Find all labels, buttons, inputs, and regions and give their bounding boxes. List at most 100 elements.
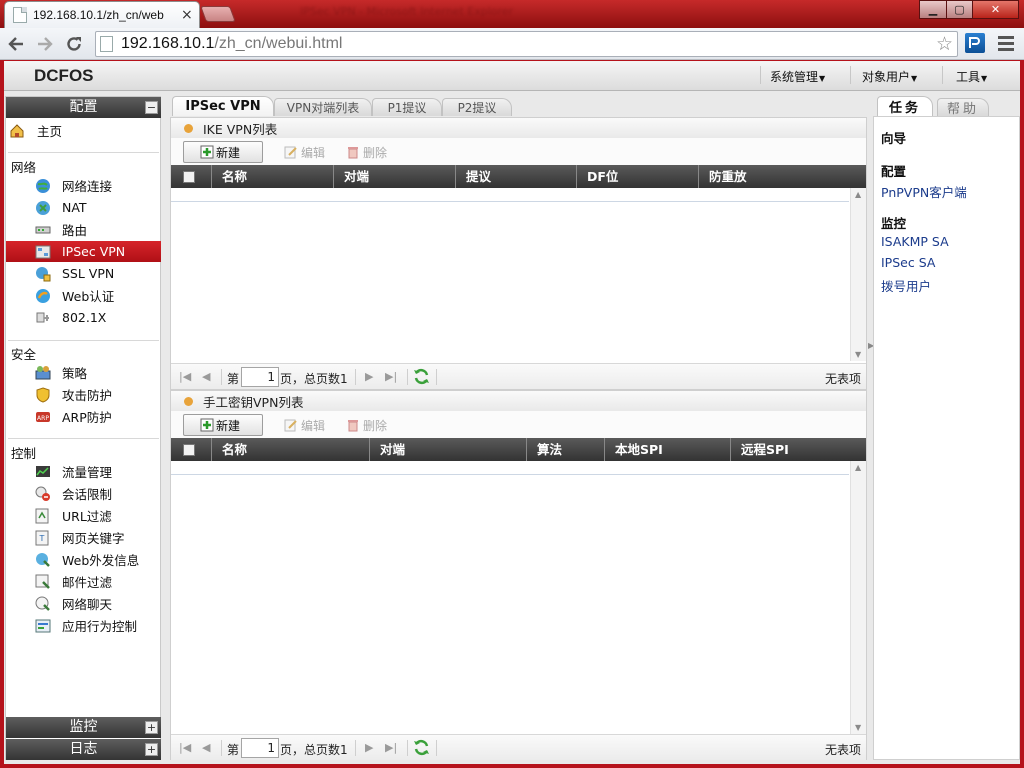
select-all-checkbox[interactable] bbox=[183, 444, 195, 456]
column-peer[interactable]: 对端 bbox=[369, 438, 526, 461]
log-accordion-header[interactable]: 日志 + bbox=[6, 739, 161, 760]
vertical-scrollbar[interactable]: ▲ ▼ bbox=[850, 461, 866, 734]
refresh-icon[interactable] bbox=[412, 738, 431, 757]
minimize-button[interactable]: ▁ bbox=[919, 0, 947, 19]
next-page-icon[interactable]: ▶ bbox=[365, 370, 373, 383]
new-button[interactable]: 新建 bbox=[183, 414, 263, 436]
sidebar-item-app-behavior[interactable]: 应用行为控制 bbox=[6, 615, 161, 636]
column-remote-spi[interactable]: 远程SPI bbox=[730, 438, 860, 461]
column-anti-replay[interactable]: 防重放 bbox=[698, 165, 860, 188]
expand-icon[interactable]: + bbox=[145, 721, 158, 734]
sidebar-item-policy[interactable]: 策略 bbox=[6, 362, 161, 383]
collapse-icon[interactable]: − bbox=[145, 101, 158, 114]
scroll-up-icon[interactable]: ▲ bbox=[855, 463, 861, 472]
toolbar: 新建 编辑 删除 bbox=[171, 138, 866, 165]
config-title: 配置 bbox=[69, 99, 98, 115]
column-local-spi[interactable]: 本地SPI bbox=[604, 438, 730, 461]
sidebar-item-web-keyword[interactable]: T 网页关键字 bbox=[6, 527, 161, 548]
sidebar-item-ipsec-vpn[interactable]: IPSec VPN bbox=[6, 241, 161, 262]
svg-text:ARP: ARP bbox=[37, 415, 49, 422]
menu-label: 工具 bbox=[956, 70, 981, 84]
expand-icon[interactable]: + bbox=[145, 743, 158, 756]
menu-system-admin[interactable]: 系统管理▼ bbox=[770, 68, 825, 85]
column-df-bit[interactable]: DF位 bbox=[576, 165, 698, 188]
prev-page-icon[interactable]: ◀ bbox=[202, 741, 210, 754]
page-number-input[interactable]: 1 bbox=[241, 738, 279, 758]
url-filter-icon bbox=[35, 508, 49, 523]
last-page-icon[interactable]: ▶| bbox=[385, 741, 397, 754]
sidebar-item-traffic-management[interactable]: 流量管理 bbox=[6, 461, 161, 482]
vertical-scrollbar[interactable]: ▲ ▼ bbox=[850, 188, 866, 361]
column-name[interactable]: 名称 bbox=[211, 438, 369, 461]
address-bar[interactable]: 192.168.10.1/zh_cn/webui.html ☆ bbox=[95, 31, 958, 57]
close-window-button[interactable]: ✕ bbox=[972, 0, 1019, 19]
delete-button[interactable]: 删除 bbox=[346, 414, 387, 436]
sidebar-item-label: Web认证 bbox=[62, 289, 115, 304]
policy-icon bbox=[35, 365, 51, 379]
last-page-icon[interactable]: ▶| bbox=[385, 370, 397, 383]
sidebar-item-network-connection[interactable]: 网络连接 bbox=[6, 175, 161, 196]
monitor-accordion-header[interactable]: 监控 + bbox=[6, 717, 161, 738]
link-pnpvpn-client[interactable]: PnPVPN客户端 bbox=[881, 182, 967, 201]
scroll-up-icon[interactable]: ▲ bbox=[855, 190, 861, 199]
tab-help[interactable]: 帮助 bbox=[937, 98, 989, 117]
tab-p2-proposal[interactable]: P2提议 bbox=[442, 98, 512, 116]
sidebar-item-ssl-vpn[interactable]: SSL VPN bbox=[6, 263, 161, 284]
sidebar-item-url-filter[interactable]: URL过滤 bbox=[6, 505, 161, 526]
bookmark-star-icon[interactable]: ☆ bbox=[936, 33, 953, 55]
sidebar-item-web-posting[interactable]: Web外发信息 bbox=[6, 549, 161, 570]
scroll-down-icon[interactable]: ▼ bbox=[855, 350, 861, 359]
sidebar-item-chat[interactable]: 网络聊天 bbox=[6, 593, 161, 614]
tab-p1-proposal[interactable]: P1提议 bbox=[372, 98, 442, 116]
column-peer[interactable]: 对端 bbox=[333, 165, 455, 188]
sidebar-item-nat[interactable]: NAT bbox=[6, 197, 161, 218]
url-host: 192.168.10.1 bbox=[121, 35, 215, 52]
delete-button[interactable]: 删除 bbox=[346, 141, 387, 163]
new-button[interactable]: 新建 bbox=[183, 141, 263, 163]
column-name[interactable]: 名称 bbox=[211, 165, 333, 188]
menu-objects-users[interactable]: 对象用户▼ bbox=[862, 68, 917, 85]
scroll-down-icon[interactable]: ▼ bbox=[855, 723, 861, 732]
menu-tools[interactable]: 工具▼ bbox=[956, 68, 987, 85]
refresh-icon[interactable] bbox=[412, 367, 431, 386]
edit-button[interactable]: 编辑 bbox=[284, 141, 325, 163]
main-content: IPSec VPN VPN对端列表 P1提议 P2提议 IKE VPN列表 新建… bbox=[170, 96, 867, 760]
column-algorithm[interactable]: 算法 bbox=[526, 438, 604, 461]
sidebar-item-web-auth[interactable]: Web认证 bbox=[6, 285, 161, 306]
next-page-icon[interactable]: ▶ bbox=[365, 741, 373, 754]
tab-ipsec-vpn[interactable]: IPSec VPN bbox=[172, 96, 274, 116]
sidebar-item-8021x[interactable]: 802.1X bbox=[6, 307, 161, 328]
sidebar-item-home[interactable]: 主页 bbox=[6, 120, 161, 141]
link-ipsec-sa[interactable]: IPSec SA bbox=[881, 255, 935, 270]
edit-button[interactable]: 编辑 bbox=[284, 414, 325, 436]
config-accordion-header[interactable]: 配置 − bbox=[6, 97, 161, 118]
page-prefix: 第 bbox=[227, 743, 240, 757]
select-all-checkbox[interactable] bbox=[183, 171, 195, 183]
extension-icon[interactable] bbox=[965, 33, 985, 53]
close-tab-icon[interactable]: × bbox=[181, 7, 193, 23]
forward-icon[interactable] bbox=[33, 32, 57, 56]
browser-menu-icon[interactable] bbox=[998, 36, 1014, 54]
sidebar-item-routing[interactable]: 路由 bbox=[6, 219, 161, 240]
page-number-input[interactable]: 1 bbox=[241, 367, 279, 387]
new-tab-button[interactable] bbox=[200, 6, 236, 22]
table-header: 名称 对端 提议 DF位 防重放 bbox=[171, 165, 866, 188]
maximize-button[interactable]: ▢ bbox=[946, 0, 973, 19]
back-icon[interactable] bbox=[4, 32, 28, 56]
link-dialup-users[interactable]: 拨号用户 bbox=[881, 276, 931, 295]
sidebar-item-attack-defense[interactable]: 攻击防护 bbox=[6, 384, 161, 405]
first-page-icon[interactable]: |◀ bbox=[179, 741, 191, 754]
link-isakmp-sa[interactable]: ISAKMP SA bbox=[881, 234, 949, 249]
prev-page-icon[interactable]: ◀ bbox=[202, 370, 210, 383]
column-proposal[interactable]: 提议 bbox=[455, 165, 576, 188]
sidebar-item-arp-defense[interactable]: ARP ARP防护 bbox=[6, 406, 161, 427]
reload-icon[interactable] bbox=[62, 32, 86, 56]
browser-tab[interactable]: 192.168.10.1/zh_cn/web × bbox=[4, 1, 200, 28]
first-page-icon[interactable]: |◀ bbox=[179, 370, 191, 383]
sidebar-item-mail-filter[interactable]: 邮件过滤 bbox=[6, 571, 161, 592]
tab-vpn-peers[interactable]: VPN对端列表 bbox=[274, 98, 372, 116]
tab-tasks[interactable]: 任务 bbox=[877, 96, 933, 116]
sidebar-item-session-limit[interactable]: 会话限制 bbox=[6, 483, 161, 504]
monitor-title: 监控 bbox=[69, 719, 98, 735]
keyword-icon: T bbox=[35, 530, 49, 545]
